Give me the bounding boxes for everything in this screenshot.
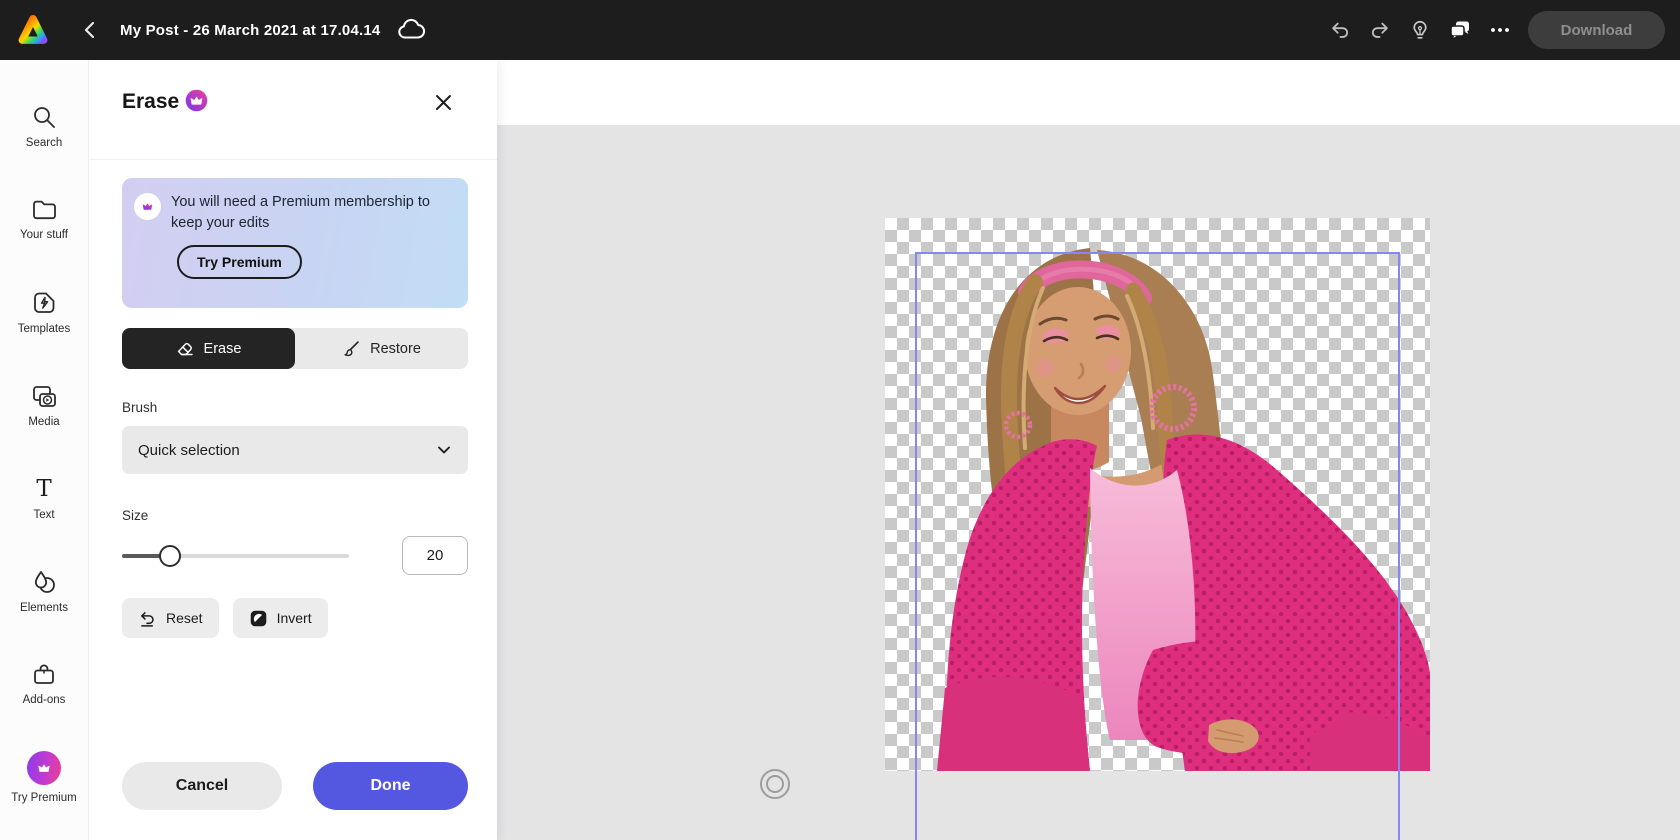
brush-dropdown[interactable]: Quick selection xyxy=(122,426,468,474)
size-slider[interactable] xyxy=(122,545,349,567)
tab-restore-label: Restore xyxy=(370,341,421,357)
sidebar-item-label: Text xyxy=(33,509,54,521)
workspace[interactable] xyxy=(497,60,1680,840)
addons-icon xyxy=(31,663,57,687)
sidebar-item-try-premium[interactable]: Try Premium xyxy=(0,731,89,824)
erase-panel-body: You will need a Premium membership to ke… xyxy=(122,178,468,638)
sidebar-item-label: Elements xyxy=(20,602,68,614)
erase-restore-toggle: Erase Restore xyxy=(122,328,468,369)
premium-crown-icon xyxy=(27,751,61,785)
back-button[interactable] xyxy=(72,12,108,48)
sidebar-item-media[interactable]: Media xyxy=(0,359,89,452)
reset-undo-icon xyxy=(138,609,157,628)
media-icon xyxy=(31,384,58,409)
lightbulb-icon[interactable] xyxy=(1400,10,1440,50)
sidebar-item-add-ons[interactable]: Add-ons xyxy=(0,638,89,731)
premium-message: You will need a Premium membership to ke… xyxy=(171,192,431,234)
erase-panel-footer: Cancel Done xyxy=(122,762,468,810)
premium-banner: You will need a Premium membership to ke… xyxy=(122,178,468,308)
close-panel-button[interactable] xyxy=(429,88,457,116)
sidebar-item-search[interactable]: Search xyxy=(0,80,89,173)
done-button[interactable]: Done xyxy=(313,762,468,810)
more-options-button[interactable] xyxy=(1480,10,1520,50)
sidebar-item-label: Media xyxy=(28,416,59,428)
elements-icon xyxy=(31,569,57,595)
sidebar-item-label: Try Premium xyxy=(11,792,76,804)
top-bar: My Post - 26 March 2021 at 17.04.14 Down… xyxy=(0,0,1680,60)
canvas-artboard[interactable] xyxy=(885,218,1430,771)
brush-cursor-indicator xyxy=(760,769,790,799)
banner-crown-icon xyxy=(134,193,161,220)
cancel-button[interactable]: Cancel xyxy=(122,762,282,810)
erase-panel: Erase You will need a Premium membership… xyxy=(89,60,497,840)
sidebar-item-text[interactable]: T Text xyxy=(0,452,89,545)
paintbrush-icon xyxy=(342,339,361,358)
brush-label: Brush xyxy=(122,400,468,415)
eraser-icon xyxy=(176,339,195,358)
svg-text:T: T xyxy=(36,476,52,502)
try-premium-button[interactable]: Try Premium xyxy=(177,245,302,279)
reset-label: Reset xyxy=(166,610,203,626)
download-button[interactable]: Download xyxy=(1528,11,1665,49)
text-icon: T xyxy=(31,476,57,502)
templates-icon xyxy=(31,290,57,316)
document-title: My Post - 26 March 2021 at 17.04.14 xyxy=(120,22,380,39)
person-image[interactable] xyxy=(885,218,1430,771)
size-label: Size xyxy=(122,508,468,523)
brush-cursor-inner-ring xyxy=(766,775,784,793)
premium-crown-badge-icon xyxy=(185,89,208,112)
redo-button[interactable] xyxy=(1360,10,1400,50)
invert-icon xyxy=(249,609,268,628)
chevron-down-icon xyxy=(436,442,452,458)
size-value-input[interactable] xyxy=(402,536,468,575)
sidebar-item-templates[interactable]: Templates xyxy=(0,266,89,359)
undo-button[interactable] xyxy=(1320,10,1360,50)
left-sidebar: Search Your stuff Templates Media T Text… xyxy=(0,60,89,840)
context-toolbar-area xyxy=(497,60,1680,125)
slider-thumb[interactable] xyxy=(159,545,181,567)
panel-title: Erase xyxy=(122,90,179,114)
invert-button[interactable]: Invert xyxy=(233,598,328,638)
sidebar-item-label: Add-ons xyxy=(23,694,66,706)
comments-icon[interactable] xyxy=(1440,10,1480,50)
sidebar-item-label: Templates xyxy=(18,323,70,335)
sidebar-item-elements[interactable]: Elements xyxy=(0,545,89,638)
brush-actions: Reset Invert xyxy=(122,598,468,638)
sidebar-item-label: Search xyxy=(26,137,62,149)
search-icon xyxy=(31,104,57,130)
invert-label: Invert xyxy=(277,610,312,626)
tab-erase-label: Erase xyxy=(204,341,242,357)
cloud-sync-icon xyxy=(396,18,426,42)
sidebar-item-label: Your stuff xyxy=(20,229,68,241)
sidebar-item-your-stuff[interactable]: Your stuff xyxy=(0,173,89,266)
size-row xyxy=(122,536,468,575)
folder-icon xyxy=(31,198,58,222)
reset-button[interactable]: Reset xyxy=(122,598,219,638)
close-icon xyxy=(435,94,452,111)
adobe-express-logo-icon[interactable] xyxy=(16,10,50,50)
brush-dropdown-value: Quick selection xyxy=(138,442,436,459)
tab-restore[interactable]: Restore xyxy=(295,328,468,369)
adobe-express-editor: My Post - 26 March 2021 at 17.04.14 Down… xyxy=(0,0,1680,840)
tab-erase[interactable]: Erase xyxy=(122,328,295,369)
erase-panel-header: Erase xyxy=(89,60,497,160)
